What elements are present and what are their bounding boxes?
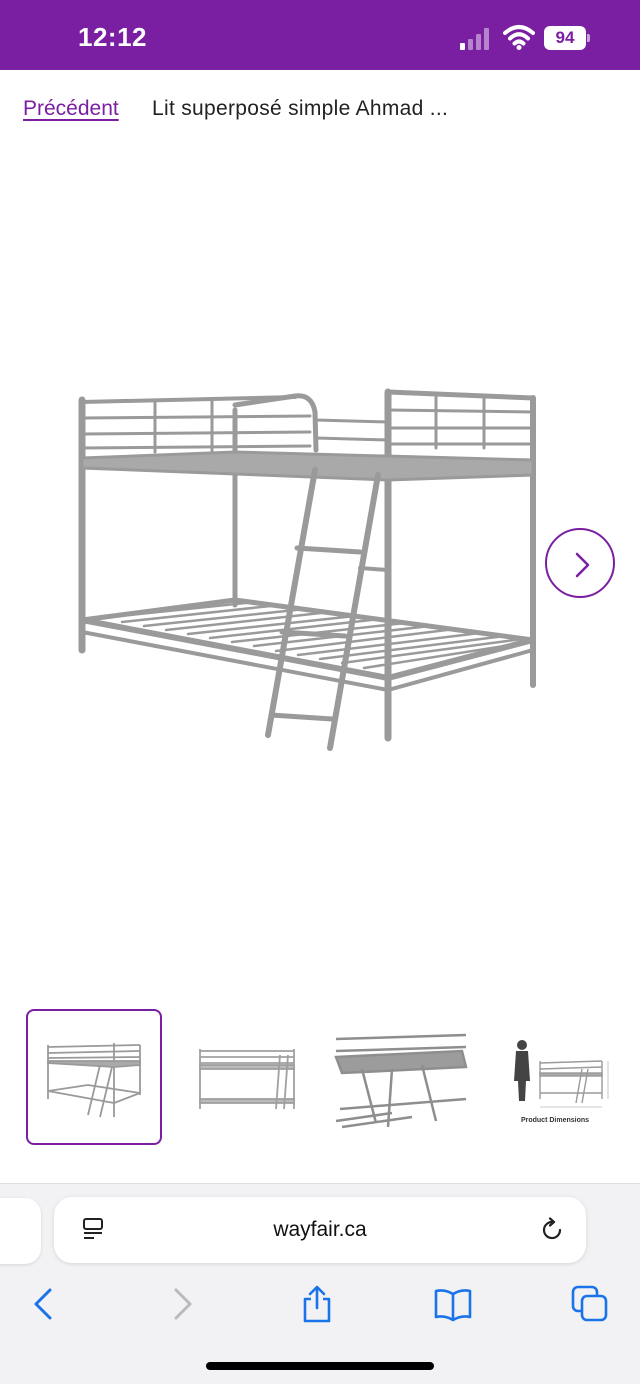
thumbnail-3[interactable] bbox=[332, 1009, 468, 1145]
thumbnail-dimensions-image bbox=[514, 1040, 609, 1108]
wifi-icon bbox=[503, 25, 535, 50]
next-image-button[interactable] bbox=[545, 528, 615, 598]
battery-icon: 94 bbox=[544, 26, 590, 50]
chevron-right-icon bbox=[575, 552, 590, 578]
forward-arrow-icon[interactable] bbox=[162, 1284, 202, 1324]
address-bar[interactable]: wayfair.ca bbox=[54, 1197, 586, 1263]
thumbnail-caption: Product Dimensions bbox=[520, 1117, 590, 1124]
thumbnail-2[interactable] bbox=[176, 1009, 312, 1145]
thumbnail-strip: Product Dimensions bbox=[0, 1005, 640, 1150]
thumbnail-bunk-side-image bbox=[199, 1049, 295, 1110]
bookmarks-icon[interactable] bbox=[433, 1284, 473, 1324]
product-title: Lit superposé simple Ahmad ... bbox=[152, 97, 449, 120]
home-indicator[interactable] bbox=[206, 1362, 434, 1370]
tabs-icon[interactable] bbox=[570, 1284, 610, 1324]
status-bar: 12:12 94 bbox=[0, 0, 640, 70]
thumbnail-bunk-detail-image bbox=[334, 1033, 468, 1129]
product-image[interactable] bbox=[60, 380, 560, 760]
thumbnail-1[interactable] bbox=[26, 1009, 162, 1145]
reload-icon[interactable] bbox=[539, 1217, 565, 1243]
previous-tab-pill[interactable] bbox=[0, 1198, 41, 1264]
share-icon[interactable] bbox=[297, 1284, 337, 1324]
battery-level: 94 bbox=[555, 28, 575, 47]
browser-bar: wayfair.ca bbox=[0, 1183, 640, 1384]
url-text: wayfair.ca bbox=[273, 1218, 367, 1241]
thumbnail-4[interactable]: Product Dimensions bbox=[492, 1009, 628, 1145]
back-arrow-icon[interactable] bbox=[24, 1284, 64, 1324]
status-time: 12:12 bbox=[78, 22, 147, 52]
back-link[interactable]: Précédent bbox=[23, 97, 119, 121]
signal-icon bbox=[460, 28, 489, 50]
thumbnail-bunk-front-image bbox=[47, 1043, 141, 1118]
breadcrumb: Précédent Lit superposé simple Ahmad ... bbox=[0, 70, 640, 150]
